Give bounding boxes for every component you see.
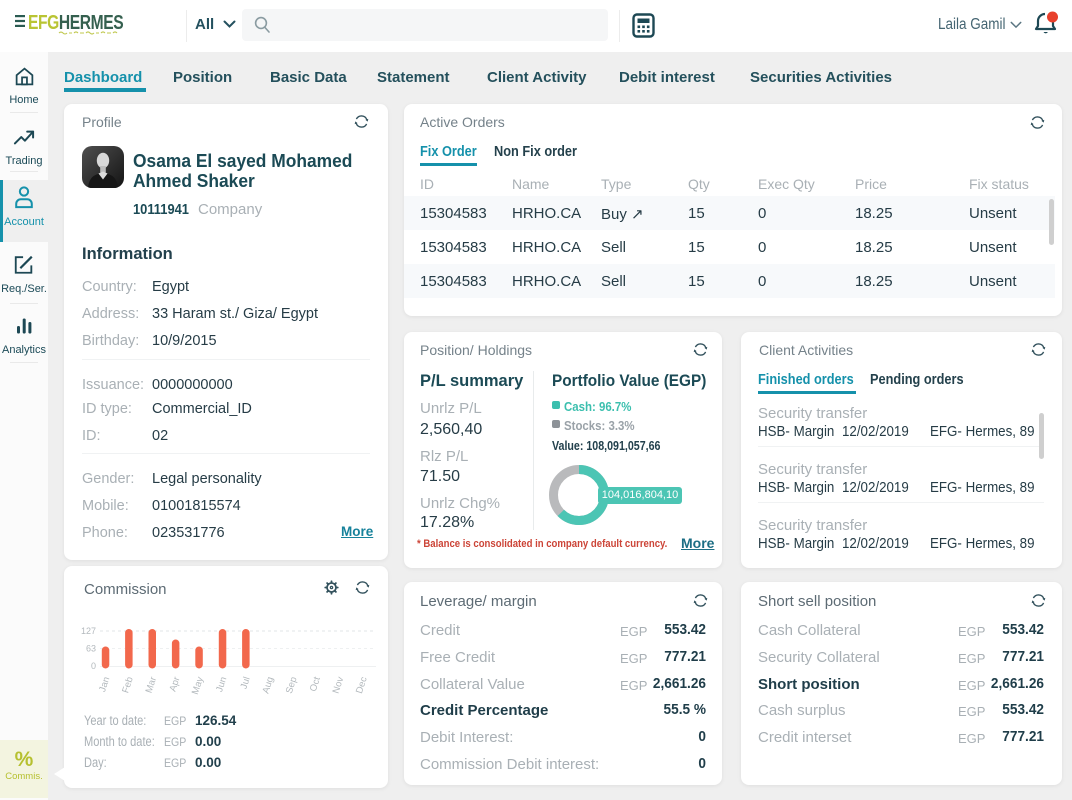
svg-text:Oct: Oct xyxy=(308,675,323,693)
svg-text:127: 127 xyxy=(81,626,96,636)
svg-text:Jun: Jun xyxy=(214,676,229,694)
svg-text:Sep: Sep xyxy=(284,676,300,695)
svg-text:Jul: Jul xyxy=(239,676,253,691)
svg-text:Aug: Aug xyxy=(260,676,276,695)
svg-text:Jan: Jan xyxy=(97,676,112,694)
svg-text:Apr: Apr xyxy=(168,676,183,693)
svg-text:63: 63 xyxy=(86,644,96,654)
svg-text:0: 0 xyxy=(91,661,96,671)
svg-text:May: May xyxy=(190,675,206,696)
svg-text:Mar: Mar xyxy=(144,676,160,695)
svg-text:Feb: Feb xyxy=(120,676,136,695)
svg-text:Dec: Dec xyxy=(354,675,370,695)
svg-text:Nov: Nov xyxy=(331,675,347,695)
